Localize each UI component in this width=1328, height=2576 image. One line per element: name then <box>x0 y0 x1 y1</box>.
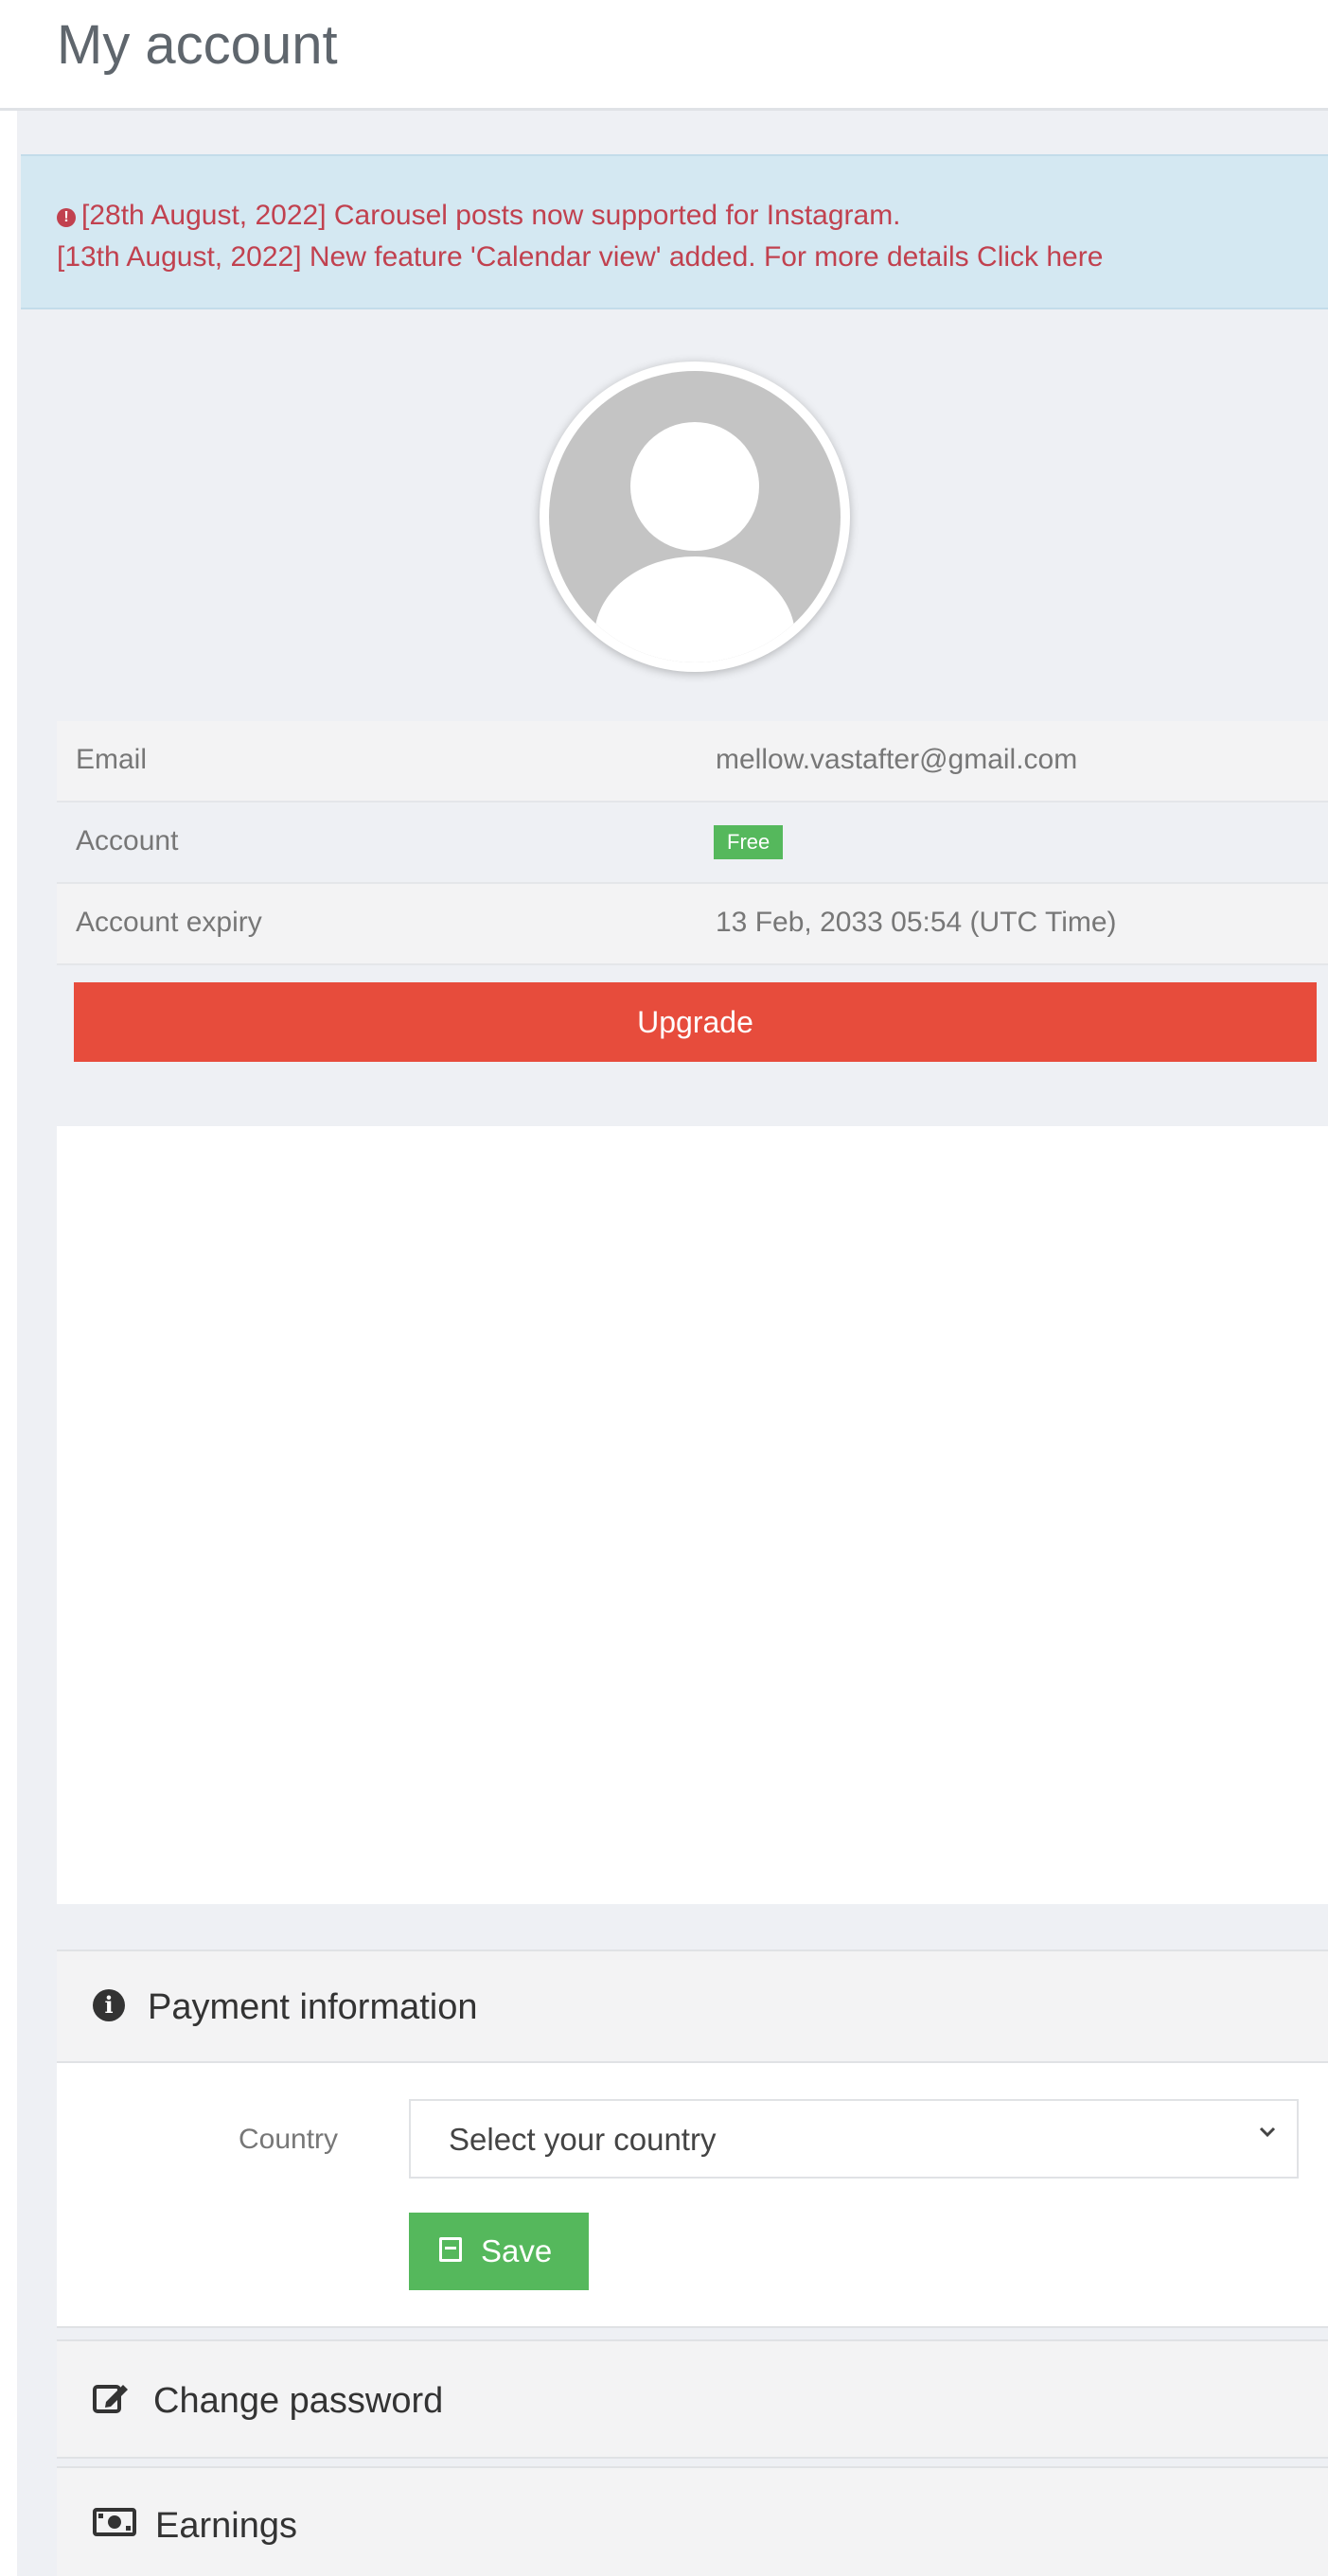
country-select-value: Select your country <box>449 2122 717 2157</box>
floppy-disk-icon <box>439 2237 462 2262</box>
alert-line-1: ! [28th August, 2022] Carousel posts now … <box>57 200 901 232</box>
announcement-alert: ! [28th August, 2022] Carousel posts now … <box>21 154 1328 309</box>
change-password-title: Change password <box>153 2381 444 2421</box>
account-type-badge: Free <box>714 825 784 859</box>
save-button[interactable]: Save <box>409 2213 589 2290</box>
avatar <box>540 362 850 672</box>
change-password-header[interactable]: Change password <box>57 2339 1328 2459</box>
email-label: Email <box>76 744 148 775</box>
content-panel <box>57 1126 1328 1904</box>
save-button-label: Save <box>481 2233 553 2268</box>
table-row-email: Email mellow.vastafter@gmail.com <box>57 721 1328 803</box>
payment-information-title: Payment information <box>148 1987 478 2027</box>
table-row-account: Account <box>57 803 1328 884</box>
default-user-icon <box>549 371 841 662</box>
alert-line-1-text: [28th August, 2022] Carousel posts now s… <box>81 200 901 231</box>
payment-information-header[interactable]: i Payment information <box>57 1950 1328 2063</box>
page-header: My account <box>0 0 1328 111</box>
account-info-table: Email mellow.vastafter@gmail.com Account… <box>57 721 1328 965</box>
exclamation-circle-icon: ! <box>57 208 76 227</box>
page-title: My account <box>57 14 338 76</box>
click-here-link[interactable]: Click here <box>977 241 1103 273</box>
money-icon <box>93 2506 136 2547</box>
upgrade-button[interactable]: Upgrade <box>74 982 1317 1062</box>
account-expiry-label: Account expiry <box>76 907 262 938</box>
earnings-title: Earnings <box>155 2506 297 2546</box>
country-label: Country <box>239 2124 339 2155</box>
earnings-header[interactable]: Earnings <box>57 2466 1328 2576</box>
account-label: Account <box>76 825 179 856</box>
edit-icon <box>93 2381 131 2425</box>
alert-line-2: [13th August, 2022] New feature 'Calenda… <box>57 241 1103 273</box>
alert-line-2-text: [13th August, 2022] New feature 'Calenda… <box>57 241 969 273</box>
email-value: mellow.vastafter@gmail.com <box>716 744 1078 775</box>
chevron-down-icon <box>1257 2120 1278 2149</box>
account-expiry-value: 13 Feb, 2033 05:54 (UTC Time) <box>716 907 1117 938</box>
info-circle-icon: i <box>93 1989 125 2021</box>
payment-information-panel: Country Select your country Save <box>57 2063 1328 2328</box>
table-row-account-expiry: Account expiry 13 Feb, 2033 05:54 (UTC T… <box>57 884 1328 965</box>
left-edge-strip <box>0 111 17 2576</box>
country-select[interactable]: Select your country <box>409 2099 1299 2179</box>
